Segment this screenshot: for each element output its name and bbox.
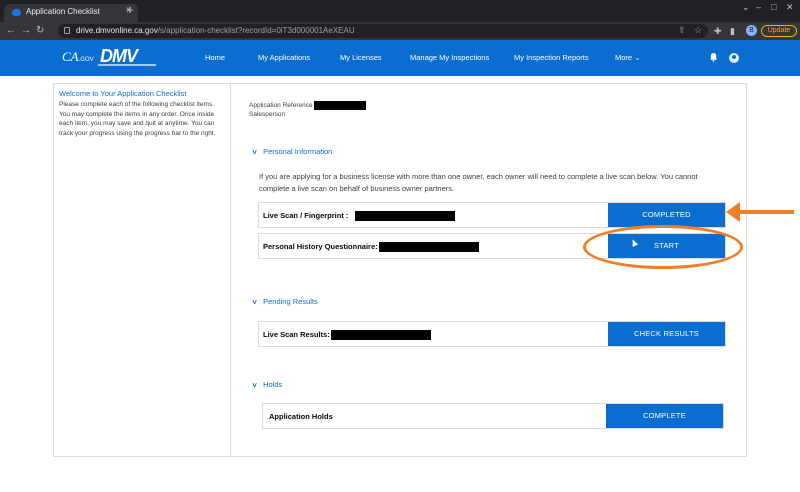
side-panel-icon[interactable]: ▮ [730, 26, 735, 37]
nav-home[interactable]: Home [205, 53, 225, 62]
nav-more[interactable]: More ⌄ [615, 53, 640, 62]
redacted-block [378, 242, 479, 253]
lock-icon [64, 27, 70, 34]
item-label: Live Scan Results: [263, 330, 431, 341]
complete-button[interactable]: COMPLETE [606, 404, 723, 428]
redacted-block [313, 101, 366, 110]
chevron-down-icon: ∨ [251, 299, 258, 306]
extensions-icon[interactable]: ✚ [714, 26, 722, 37]
section-personal-information[interactable]: ∨ Personal Information [251, 147, 332, 156]
nav-my-applications[interactable]: My Applications [258, 53, 310, 62]
personal-info-description: If you are applying for a business licen… [259, 172, 698, 193]
chevron-down-icon: ⌄ [634, 53, 641, 62]
url-text: drive.dmvonline.ca.gov/s/application-che… [76, 26, 355, 35]
update-button[interactable]: Update [761, 25, 797, 37]
address-bar[interactable]: drive.dmvonline.ca.gov/s/application-che… [58, 24, 708, 38]
redacted-block [330, 330, 431, 341]
checklist-item-application-holds: Application Holds COMPLETE [262, 403, 724, 429]
browser-tab[interactable]: Application Checklist × [4, 4, 138, 22]
item-label: Application Holds [269, 412, 333, 421]
chevron-down-icon: ∨ [251, 149, 258, 156]
ca-gov-logo[interactable]: CA.GOV [62, 49, 94, 65]
checklist-main: Application Reference Salesperson ∨ Perso… [232, 84, 746, 456]
checklist-container: Welcome to Your Application Checklist Pl… [53, 83, 747, 457]
nav-my-licenses[interactable]: My Licenses [340, 53, 382, 62]
new-tab-icon[interactable]: + [126, 3, 134, 17]
sidebar-instructions: Please complete each of the following ch… [59, 101, 216, 137]
checklist-item-live-scan-results: Live Scan Results: CHECK RESULTS [258, 321, 726, 347]
profile-avatar[interactable]: B [746, 25, 757, 36]
chevron-down-icon: ∨ [251, 382, 258, 389]
bell-icon[interactable] [709, 52, 718, 62]
redacted-block [354, 211, 455, 222]
section-holds[interactable]: ∨ Holds [251, 380, 282, 389]
share-icon[interactable]: ⇪ [678, 25, 686, 36]
nav-inspection-reports[interactable]: My Inspection Reports [514, 53, 589, 62]
site-header: CA.GOV DMV Home My Applications My Licen… [0, 40, 800, 76]
annotation-arrow [736, 210, 794, 214]
dmv-logo[interactable]: DMV [98, 46, 156, 70]
salesforce-cloud-icon [12, 9, 21, 16]
check-results-button[interactable]: CHECK RESULTS [608, 322, 725, 346]
application-reference: Application Reference Salesperson [249, 101, 366, 119]
chevron-down-icon[interactable]: ⌄ [742, 2, 750, 13]
minimize-icon[interactable]: – [756, 2, 761, 12]
reload-icon[interactable]: ↻ [36, 24, 44, 38]
close-window-icon[interactable]: ✕ [786, 2, 794, 13]
back-icon[interactable]: ← [6, 24, 16, 38]
browser-toolbar: ← → ↻ drive.dmvonline.ca.gov/s/applicati… [0, 22, 800, 40]
sidebar: Welcome to Your Application Checklist Pl… [54, 84, 231, 456]
item-label: Live Scan / Fingerprint : [263, 211, 455, 222]
maximize-icon[interactable]: □ [771, 2, 776, 12]
tab-title: Application Checklist [26, 7, 100, 16]
section-pending-results[interactable]: ∨ Pending Results [251, 297, 318, 306]
forward-icon[interactable]: → [21, 24, 31, 38]
sidebar-title: Welcome to Your Application Checklist [59, 89, 187, 98]
annotation-ellipse [583, 225, 743, 269]
item-label: Personal History Questionnaire: [263, 242, 479, 253]
salesperson-label: Salesperson [249, 111, 286, 119]
nav-manage-inspections[interactable]: Manage My Inspections [410, 53, 489, 62]
annotation-arrow-head [726, 202, 740, 222]
user-avatar-icon[interactable] [729, 53, 739, 63]
completed-button[interactable]: COMPLETED [608, 203, 725, 227]
browser-tab-bar: Application Checklist × + ⌄ – □ ✕ [0, 0, 800, 22]
star-icon[interactable]: ☆ [694, 25, 702, 36]
